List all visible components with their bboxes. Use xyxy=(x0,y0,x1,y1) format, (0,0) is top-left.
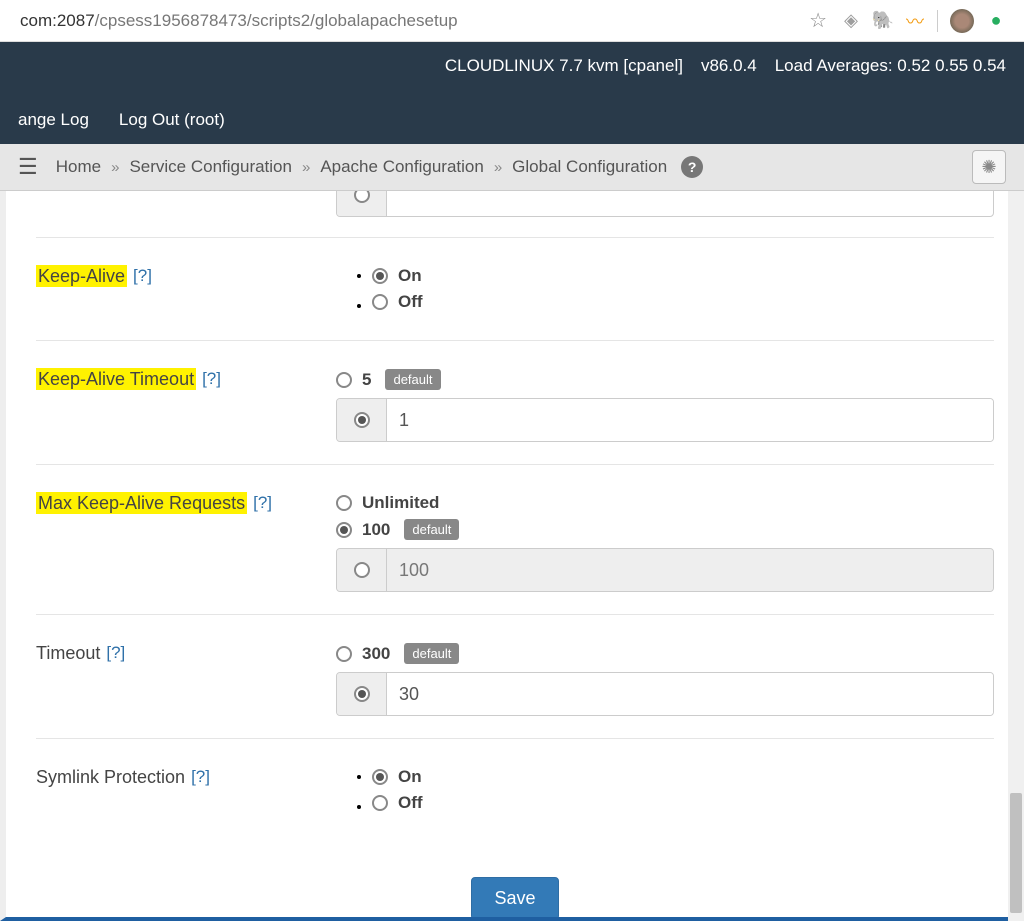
whm-header: CLOUDLINUX 7.7 kvm [cpanel] v86.0.4 Load… xyxy=(0,42,1024,144)
menu-toggle-icon[interactable]: ☰ xyxy=(18,154,38,180)
label-max-keep-alive-requests: Max Keep-Alive Requests xyxy=(36,492,247,514)
label-symlink-protection: Symlink Protection xyxy=(36,767,185,788)
radio-ka-timeout-default[interactable] xyxy=(336,372,352,388)
radio-timeout-default[interactable] xyxy=(336,646,352,662)
os-label: CLOUDLINUX 7.7 kvm [cpanel] xyxy=(445,56,683,76)
timeout-input-combo: 30 xyxy=(336,672,994,716)
help-link-max-keep-alive-requests[interactable]: [?] xyxy=(253,493,272,513)
settings-content: Keep-Alive [?] On Off Keep-Alive Timeout… xyxy=(0,191,1024,921)
url-host: com xyxy=(20,11,52,31)
breadcrumb-service-config[interactable]: Service Configuration xyxy=(129,157,292,177)
browser-address-bar: com:2087/cpsess1956878473/scripts2/globa… xyxy=(0,0,1024,42)
option-5: 5 xyxy=(362,370,371,390)
breadcrumb-home[interactable]: Home xyxy=(56,157,101,177)
timeout-value[interactable]: 30 xyxy=(387,673,993,715)
radio-icon xyxy=(354,191,370,203)
radio-ka-timeout-custom[interactable] xyxy=(354,412,370,428)
row-timeout: Timeout [?] 300 default 30 xyxy=(36,614,994,738)
radio-maxkar-unlimited[interactable] xyxy=(336,495,352,511)
label-keep-alive: Keep-Alive xyxy=(36,265,127,287)
option-100: 100 xyxy=(362,520,390,540)
option-300: 300 xyxy=(362,644,390,664)
nav-change-log[interactable]: ange Log xyxy=(18,110,89,130)
help-link-keep-alive[interactable]: [?] xyxy=(133,266,152,286)
support-icon[interactable]: ✺ xyxy=(972,150,1006,184)
breadcrumb-apache-config[interactable]: Apache Configuration xyxy=(320,157,484,177)
google-drive-icon[interactable]: ◈ xyxy=(841,11,861,31)
extension-icon[interactable]: 〰 xyxy=(905,11,925,31)
upload-icon[interactable]: ● xyxy=(986,11,1006,31)
label-timeout: Timeout xyxy=(36,643,100,664)
breadcrumb-sep: » xyxy=(494,159,502,176)
previous-setting-input[interactable] xyxy=(336,191,994,217)
radio-symlink-off[interactable] xyxy=(372,795,388,811)
option-on: On xyxy=(398,767,422,787)
option-off: Off xyxy=(398,793,423,813)
save-button[interactable]: Save xyxy=(471,877,558,920)
radio-maxkar-custom[interactable] xyxy=(354,562,370,578)
breadcrumb-bar: ☰ Home » Service Configuration » Apache … xyxy=(0,144,1024,191)
url-port: :2087 xyxy=(52,11,95,31)
version-label: v86.0.4 xyxy=(701,56,757,76)
ka-timeout-input-combo: 1 xyxy=(336,398,994,442)
row-keep-alive: Keep-Alive [?] On Off xyxy=(36,237,994,340)
load-averages-label: Load Averages: 0.52 0.55 0.54 xyxy=(775,56,1006,76)
maxkar-value[interactable]: 100 xyxy=(387,549,993,591)
radio-symlink-on[interactable] xyxy=(372,769,388,785)
maxkar-input-combo: 100 xyxy=(336,548,994,592)
row-symlink-protection: Symlink Protection [?] On Off xyxy=(36,738,994,841)
scrollbar-thumb[interactable] xyxy=(1010,793,1022,913)
header-nav: ange Log Log Out (root) xyxy=(18,98,1006,144)
breadcrumb-current: Global Configuration xyxy=(512,157,667,177)
radio-keep-alive-on[interactable] xyxy=(372,268,388,284)
label-keep-alive-timeout: Keep-Alive Timeout xyxy=(36,368,196,390)
option-off: Off xyxy=(398,292,423,312)
radio-maxkar-default[interactable] xyxy=(336,522,352,538)
separator xyxy=(937,10,938,32)
profile-avatar[interactable] xyxy=(950,9,974,33)
breadcrumb-help-icon[interactable]: ? xyxy=(681,156,703,178)
row-keep-alive-timeout: Keep-Alive Timeout [?] 5 default 1 xyxy=(36,340,994,464)
option-on: On xyxy=(398,266,422,286)
radio-timeout-custom[interactable] xyxy=(354,686,370,702)
help-link-timeout[interactable]: [?] xyxy=(106,643,125,663)
status-row: CLOUDLINUX 7.7 kvm [cpanel] v86.0.4 Load… xyxy=(18,56,1006,98)
default-badge: default xyxy=(404,519,459,540)
scrollbar[interactable] xyxy=(1008,191,1024,921)
breadcrumb-sep: » xyxy=(111,159,119,176)
radio-keep-alive-off[interactable] xyxy=(372,294,388,310)
bookmark-star-icon[interactable]: ☆ xyxy=(809,8,827,33)
row-max-keep-alive-requests: Max Keep-Alive Requests [?] Unlimited 10… xyxy=(36,464,994,614)
url-path: /cpsess1956878473/scripts2/globalapaches… xyxy=(95,11,458,31)
nav-logout[interactable]: Log Out (root) xyxy=(119,110,225,130)
breadcrumb-sep: » xyxy=(302,159,310,176)
default-badge: default xyxy=(385,369,440,390)
default-badge: default xyxy=(404,643,459,664)
url-text[interactable]: com:2087/cpsess1956878473/scripts2/globa… xyxy=(12,7,801,35)
help-link-symlink-protection[interactable]: [?] xyxy=(191,767,210,787)
ka-timeout-value[interactable]: 1 xyxy=(387,399,993,441)
help-link-keep-alive-timeout[interactable]: [?] xyxy=(202,369,221,389)
evernote-icon[interactable]: 🐘 xyxy=(873,11,893,31)
option-unlimited: Unlimited xyxy=(362,493,439,513)
